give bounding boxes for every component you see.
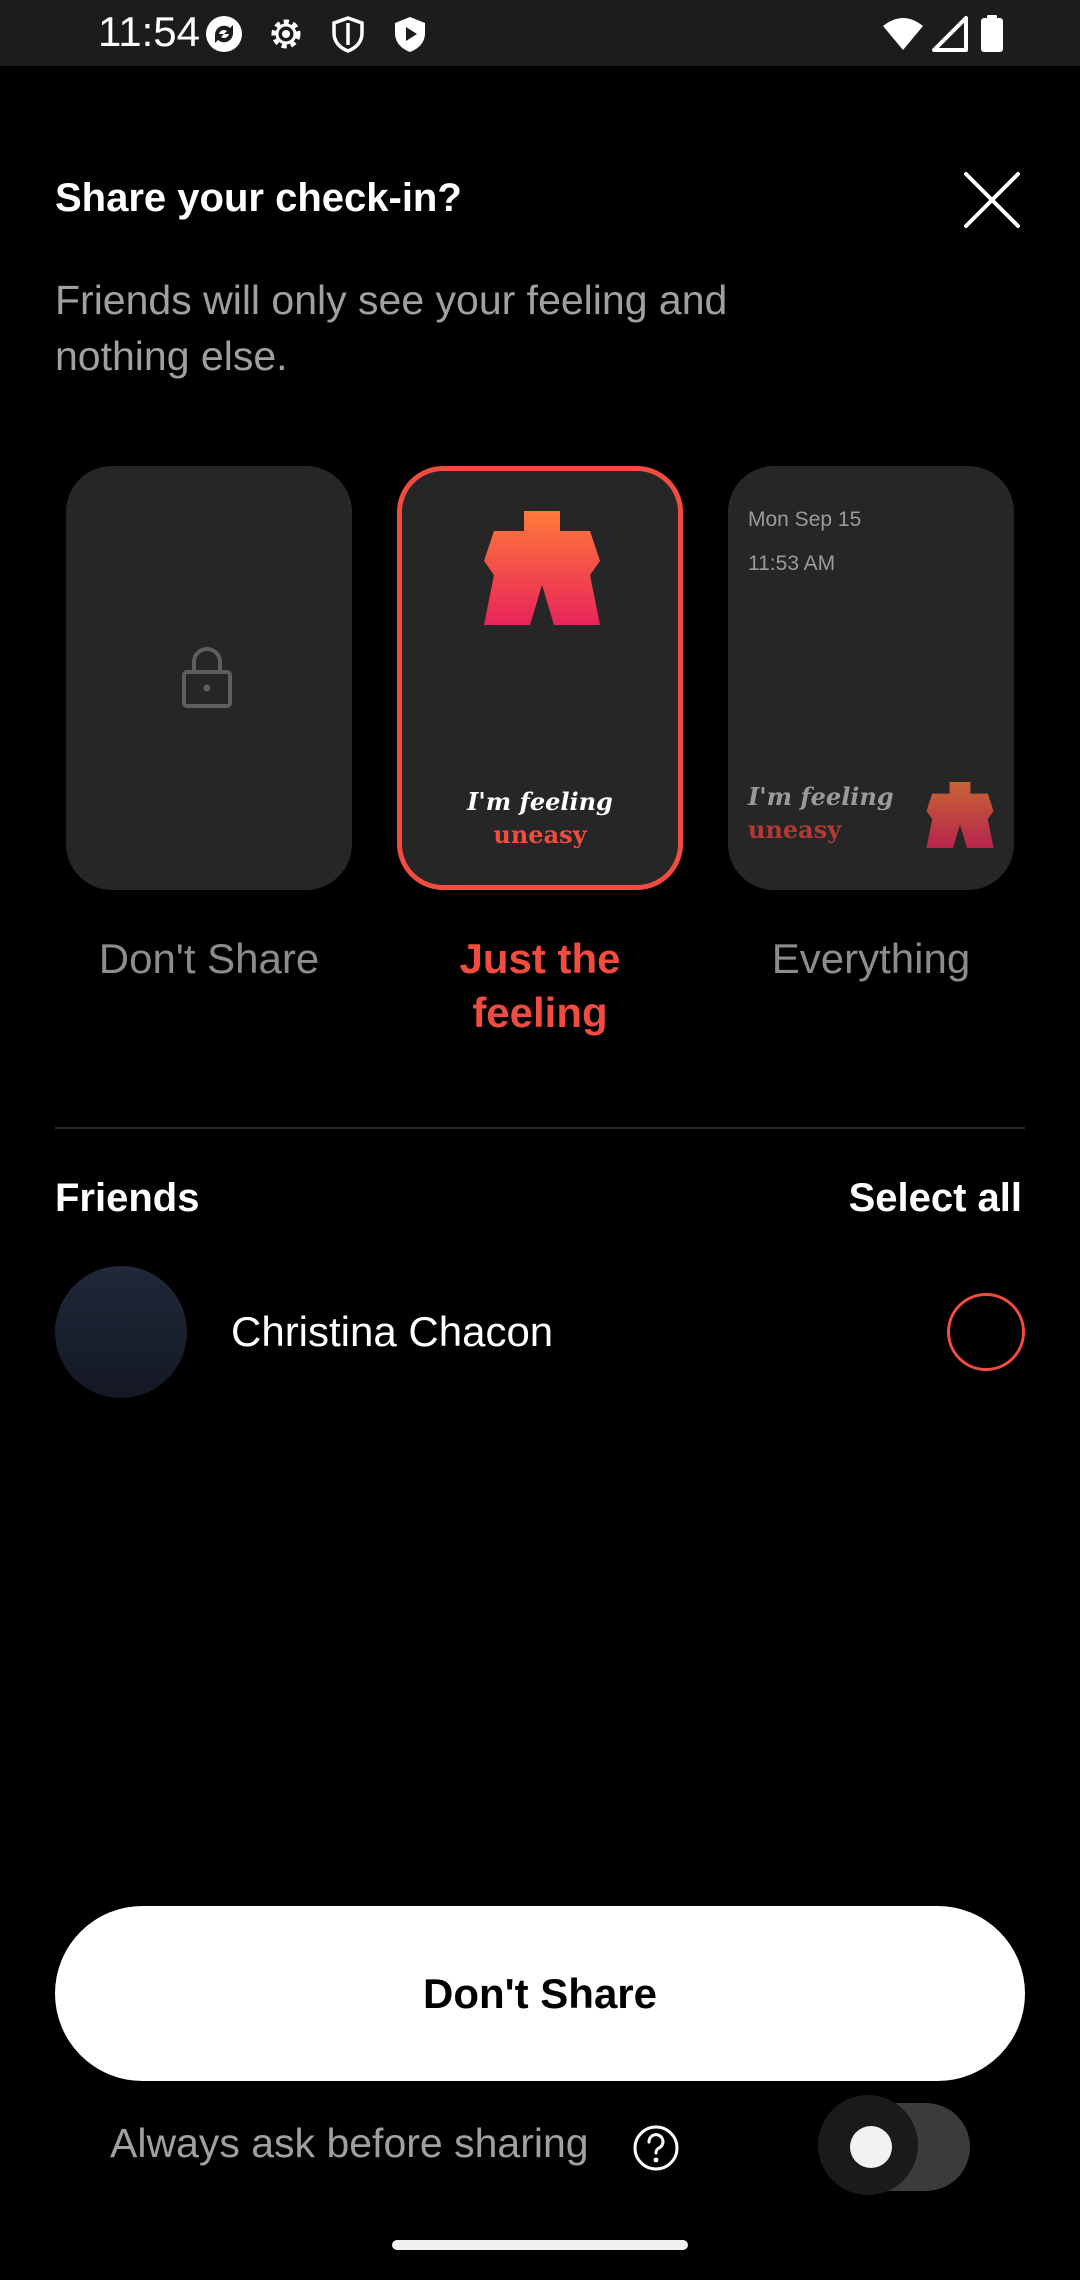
shield-icon [332,16,364,53]
section-divider [55,1127,1025,1129]
option-label-just-the-feeling[interactable]: Just the feeling [390,932,690,1040]
status-time: 11:54 [98,8,200,55]
status-bar: 11:54 [0,0,1080,66]
lock-icon [182,647,232,708]
option-label-dont-share[interactable]: Don't Share [59,932,359,986]
option-label-line2: feeling [472,989,608,1036]
feeling-figure-icon [484,511,600,625]
feeling-value-text: uneasy [493,820,587,849]
card-time: 11:53 AM [748,552,836,575]
play-shield-icon [395,17,425,52]
option-card-just-the-feeling[interactable]: I'm feeling uneasy [397,466,683,890]
help-icon[interactable] [632,2124,680,2172]
feeling-value-text: uneasy [748,815,842,844]
friend-row[interactable]: Christina Chacon [55,1266,1025,1402]
feeling-prefix-text: I'm feeling [748,782,894,811]
toggle-knob[interactable] [850,2126,892,2168]
feeling-prefix-text: I'm feeling [467,787,613,816]
battery-icon [981,15,1003,52]
wifi-icon [883,18,923,50]
select-all-button[interactable]: Select all [849,1176,1022,1221]
avatar [55,1266,187,1398]
close-icon[interactable] [958,166,1026,234]
dont-share-button[interactable]: Don't Share [55,1906,1025,2081]
gear-icon [271,19,301,49]
home-indicator [392,2240,688,2250]
sync-icon [206,16,242,52]
option-card-dont-share[interactable] [66,466,352,890]
option-label-line1: Just the [459,935,621,982]
friend-select-radio[interactable] [947,1293,1025,1371]
card-date: Mon Sep 15 [748,508,862,531]
option-card-everything[interactable]: Mon Sep 15 11:53 AM I'm feeling uneasy [728,466,1014,890]
always-ask-label: Always ask before sharing [110,2120,589,2166]
friend-name: Christina Chacon [231,1308,554,1355]
sheet-title: Share your check-in? [55,176,462,220]
friends-heading: Friends [55,1176,200,1220]
signal-icon [932,16,968,52]
sheet-subtitle: Friends will only see your feeling and n… [55,277,728,379]
option-label-everything[interactable]: Everything [721,932,1021,986]
feeling-figure-icon [926,782,994,848]
